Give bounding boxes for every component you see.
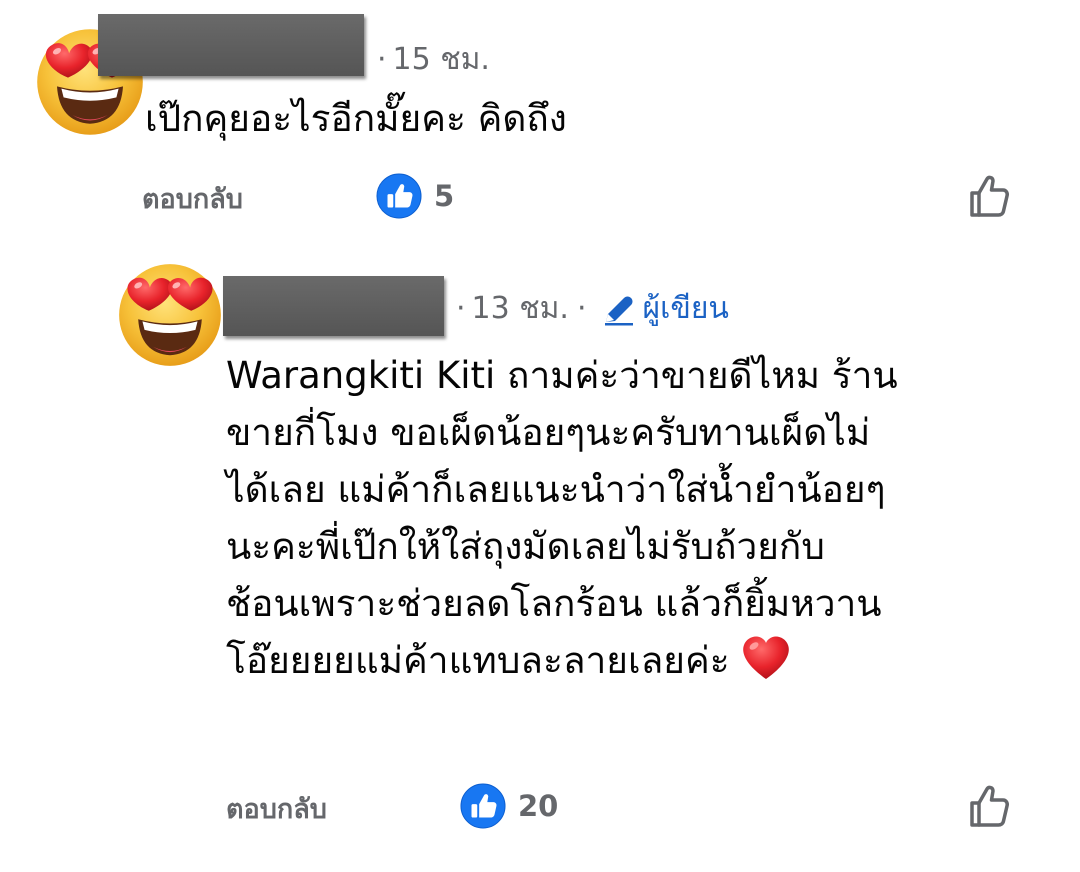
comment-meta: · 13 ชม. · ผู้เขียน	[456, 289, 729, 329]
comment-line: นะคะพี่เป๊กให้ใส่ถุงมัดเลยไม่รับถ้วยกับ	[226, 525, 825, 568]
red-heart-emoji-icon	[742, 636, 789, 679]
thumbs-up-reaction-icon	[376, 173, 422, 219]
comment-line: ขายกี่โมง ขอเผ็ดน้อยๆนะครับทานเผ็ดไม่	[226, 411, 871, 454]
comment-meta: · 15 ชม.	[377, 40, 490, 80]
comment-line-text: โอ๊ยยยยแม่ค้าแทบละลายเลยค่ะ	[226, 639, 730, 682]
comment-line: Warangkiti Kiti ถามค่ะว่าขายดีไหม ร้าน	[226, 354, 898, 397]
thumbs-up-reaction-icon	[460, 783, 506, 829]
meta-separator: ·	[377, 42, 387, 77]
comment-body: Warangkiti Kiti ถามค่ะว่าขายดีไหม ร้าน ข…	[226, 347, 898, 689]
comment-line: ได้เลย แม่ค้าก็เลยแนะนำว่าใส่น้ำยำน้อยๆ	[226, 468, 886, 511]
comment-line: เป๊กคุยอะไรอีกมั๊ยคะ คิดถึง	[145, 97, 567, 140]
meta-separator: ·	[576, 291, 587, 326]
reaction-summary[interactable]: 5	[376, 173, 454, 219]
like-count: 5	[434, 179, 455, 213]
heart-eyes-emoji-icon[interactable]	[117, 262, 223, 368]
comment-line: ช้อนเพราะช่วยลดโลกร้อน แล้วก็ยิ้มหวาน	[226, 582, 882, 625]
meta-separator: ·	[456, 291, 466, 326]
author-badge-label: ผู้เขียน	[642, 291, 729, 326]
comment-timestamp[interactable]: 13 ชม.	[472, 289, 569, 329]
like-count: 20	[518, 789, 559, 823]
comment-body: เป๊กคุยอะไรอีกมั๊ยคะ คิดถึง	[145, 90, 567, 147]
comment-line-last: โอ๊ยยยยแม่ค้าแทบละลายเลยค่ะ	[226, 632, 898, 689]
author-badge: ผู้เขียน	[602, 289, 729, 329]
comment-timestamp[interactable]: 15 ชม.	[393, 40, 490, 80]
thumbs-up-outline-icon[interactable]	[966, 173, 1014, 221]
pencil-icon	[605, 296, 634, 326]
thumbs-up-outline-icon[interactable]	[966, 783, 1014, 831]
author-name-redacted[interactable]	[223, 276, 444, 336]
reply-button[interactable]: ตอบกลับ	[226, 792, 327, 828]
commenter-name-redacted[interactable]	[98, 14, 364, 76]
reply-button[interactable]: ตอบกลับ	[142, 182, 243, 218]
comments-page: · 15 ชม. เป๊กคุยอะไรอีกมั๊ยคะ คิดถึง ตอบ…	[0, 0, 1080, 872]
reaction-summary[interactable]: 20	[460, 783, 558, 829]
